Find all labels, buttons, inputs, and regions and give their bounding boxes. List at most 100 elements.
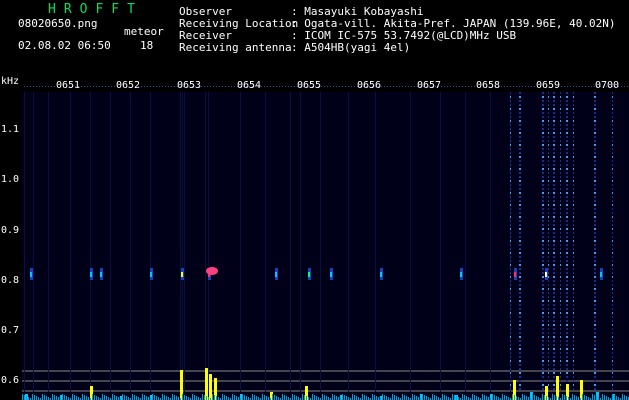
amplitude-noise [414, 395, 415, 400]
interference-band [612, 116, 613, 118]
amplitude-noise [292, 394, 293, 400]
interference-band [510, 220, 511, 222]
tick-dot [174, 86, 175, 87]
interference-band [573, 372, 574, 374]
interference-band [560, 324, 561, 326]
interference-band [548, 192, 549, 194]
interference-band [560, 244, 561, 246]
tick-dot [201, 86, 202, 87]
interference-band [548, 188, 549, 190]
tick-dot [390, 86, 391, 87]
meteor-echo-core [150, 272, 152, 277]
interference-band [553, 280, 555, 282]
tick-dot [447, 86, 448, 87]
interference-band [548, 328, 549, 330]
interference-band [594, 128, 596, 130]
interference-band [566, 116, 568, 118]
amplitude-noise [134, 395, 135, 400]
interference-band [573, 120, 574, 122]
interference-band [612, 276, 613, 278]
tick-dot [105, 86, 106, 87]
interference-band [566, 184, 568, 186]
tick-dot [402, 86, 403, 87]
interference-band [548, 228, 549, 230]
amplitude-noise [62, 394, 63, 400]
interference-band [573, 172, 574, 174]
noise-streak [24, 92, 25, 392]
interference-band [560, 384, 561, 386]
amplitude-noise [426, 396, 427, 400]
interference-band [542, 364, 544, 366]
tick-dot [168, 86, 169, 87]
amplitude-noise [522, 394, 523, 400]
interference-band [548, 164, 549, 166]
amplitude-noise [46, 396, 47, 400]
interference-band [519, 372, 521, 374]
interference-band [548, 124, 549, 126]
interference-band [542, 320, 544, 322]
interference-band [510, 212, 511, 214]
interference-band [510, 148, 511, 150]
interference-band [519, 192, 521, 194]
tick-dot [228, 86, 229, 87]
interference-band [548, 280, 549, 282]
interference-band [542, 108, 544, 110]
interference-band [612, 284, 613, 286]
interference-band [566, 292, 568, 294]
interference-band [560, 356, 561, 358]
interference-band [542, 268, 544, 270]
interference-band [573, 116, 574, 118]
tick-dot [504, 86, 505, 87]
interference-band [519, 268, 521, 270]
interference-band [542, 372, 544, 374]
tick-dot [153, 86, 154, 87]
interference-band [542, 216, 544, 218]
interference-band [553, 168, 555, 170]
interference-band [612, 388, 613, 390]
interference-band [510, 364, 511, 366]
amplitude-noise [236, 396, 237, 400]
amplitude-noise [536, 396, 537, 400]
amplitude-noise [444, 395, 445, 400]
interference-band [594, 248, 596, 250]
interference-band [560, 100, 561, 102]
amplitude-noise [86, 396, 87, 400]
interference-band [573, 280, 574, 282]
interference-band [542, 296, 544, 298]
interference-band [594, 260, 596, 262]
noise-streak [208, 92, 209, 392]
interference-band [519, 204, 521, 206]
interference-band [542, 184, 544, 186]
interference-band [573, 384, 574, 386]
interference-band [612, 292, 613, 294]
amplitude-noise [112, 394, 113, 400]
interference-band [553, 252, 555, 254]
interference-band [566, 104, 568, 106]
amplitude-noise [562, 394, 563, 400]
amplitude-noise [392, 394, 393, 400]
interference-band [519, 388, 521, 390]
interference-band [612, 304, 613, 306]
interference-band [510, 160, 511, 162]
interference-band [594, 108, 596, 110]
interference-band [566, 368, 568, 370]
interference-band [510, 332, 511, 334]
tick-dot [288, 86, 289, 87]
amplitude-noise [472, 394, 473, 400]
tick-dot [588, 86, 589, 87]
interference-band [566, 248, 568, 250]
interference-band [560, 216, 561, 218]
interference-band [542, 92, 544, 94]
time-tick-0651: 0651 [56, 80, 81, 91]
interference-band [548, 316, 549, 318]
interference-band [519, 216, 521, 218]
interference-band [573, 188, 574, 190]
interference-band [594, 204, 596, 206]
tick-dot [204, 86, 205, 87]
interference-band [594, 196, 596, 198]
interference-band [566, 100, 568, 102]
tick-dot [399, 86, 400, 87]
tick-dot [27, 86, 28, 87]
interference-band [573, 96, 574, 98]
amplitude-noise [482, 394, 483, 400]
